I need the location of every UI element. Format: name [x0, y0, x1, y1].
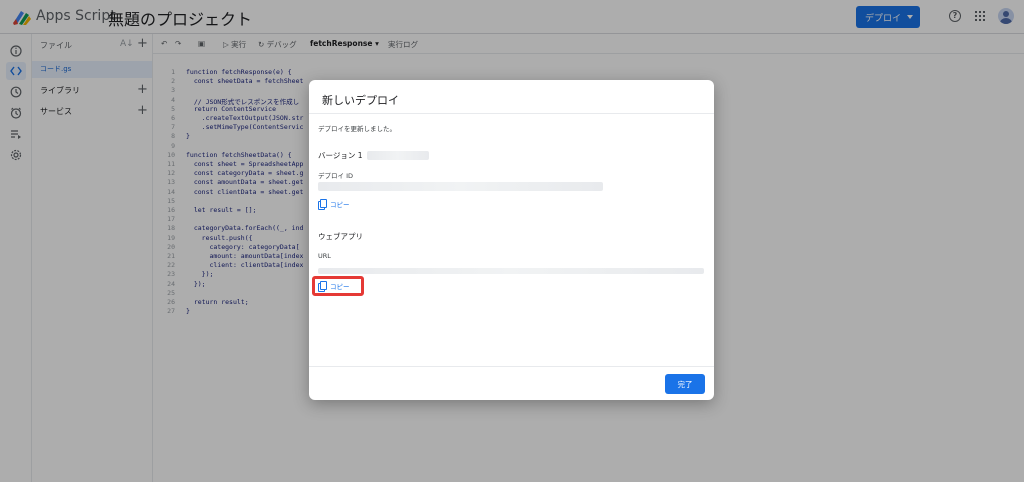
redacted-deploy-id: [318, 182, 603, 191]
copy-icon: [318, 199, 327, 210]
version-label: バージョン 1: [318, 151, 363, 160]
webapp-label: ウェブアプリ: [318, 232, 363, 241]
highlight-box: [312, 276, 364, 296]
redacted-version-date: [367, 151, 429, 160]
done-button[interactable]: 完了: [665, 374, 705, 394]
new-deployment-dialog: 新しいデプロイ デプロイを更新しました。 バージョン 1 デプロイ ID コピー…: [309, 80, 714, 400]
update-message: デプロイを更新しました。: [318, 125, 396, 133]
copy-button-label: コピー: [330, 200, 350, 209]
url-label: URL: [318, 252, 331, 260]
deploy-id-label: デプロイ ID: [318, 172, 353, 180]
dialog-title: 新しいデプロイ: [322, 94, 399, 107]
redacted-url: [318, 268, 704, 274]
copy-deploy-id-button[interactable]: コピー: [318, 197, 350, 210]
divider: [309, 113, 714, 114]
divider: [309, 366, 714, 367]
